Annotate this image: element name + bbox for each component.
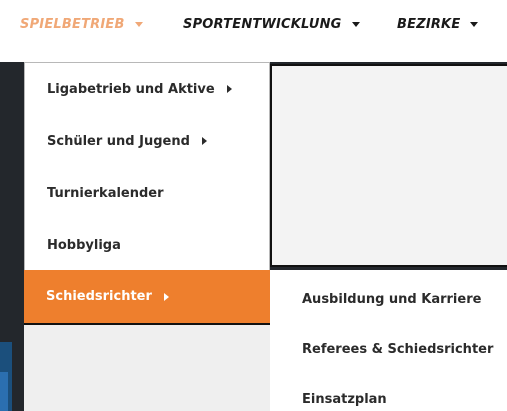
submenu: Ausbildung und Karriere Referees & Schie… [270,270,507,411]
chevron-right-icon [226,85,232,93]
nav-sportentwicklung-label: SPORTENTWICKLUNG [183,16,342,32]
preview-panel [24,323,272,411]
menu-item-ligabetrieb[interactable]: Ligabetrieb und Aktive [25,63,269,115]
submenu-item-label: Einsatzplan [302,391,387,407]
menu-item-hobbyliga[interactable]: Hobbyliga [25,219,269,271]
submenu-item-label: Referees & Schiedsrichter [302,341,494,357]
menu-item-label: Schüler und Jugend [47,133,190,149]
submenu-item-label: Ausbildung und Karriere [302,291,482,307]
menu-item-label: Turnierkalender [47,185,164,201]
menu-item-label: Ligabetrieb und Aktive [47,81,215,97]
top-navigation: SPIELBETRIEB SPORTENTWICKLUNG BEZIRKE [0,0,507,48]
menu-item-label: Hobbyliga [47,237,121,253]
nav-spielbetrieb[interactable]: SPIELBETRIEB [20,15,143,33]
menu-item-schiedsrichter[interactable]: Schiedsrichter [24,270,270,323]
nav-bezirke-label: BEZIRKE [397,16,461,32]
dropdown-menu: Ligabetrieb und Aktive Schüler und Jugen… [24,62,270,323]
menu-item-label: Schiedsrichter [46,289,152,304]
submenu-item-ausbildung[interactable]: Ausbildung und Karriere [270,274,507,324]
preview-panel [270,64,507,267]
submenu-item-referees[interactable]: Referees & Schiedsrichter [270,324,507,374]
chevron-right-icon [201,137,207,145]
submenu-item-einsatzplan[interactable]: Einsatzplan [270,374,507,411]
chevron-down-icon [351,21,360,27]
chevron-down-icon [470,21,479,27]
page: SPIELBETRIEB SPORTENTWICKLUNG BEZIRKE Li… [0,0,507,411]
nav-spielbetrieb-label: SPIELBETRIEB [20,16,125,32]
nav-sportentwicklung[interactable]: SPORTENTWICKLUNG [183,15,360,33]
menu-item-schueler-jugend[interactable]: Schüler und Jugend [25,115,269,167]
menu-item-turnierkalender[interactable]: Turnierkalender [25,167,269,219]
background-accent [0,372,8,411]
nav-bezirke[interactable]: BEZIRKE [397,15,479,33]
chevron-down-icon [134,21,143,27]
chevron-right-icon [163,292,169,301]
